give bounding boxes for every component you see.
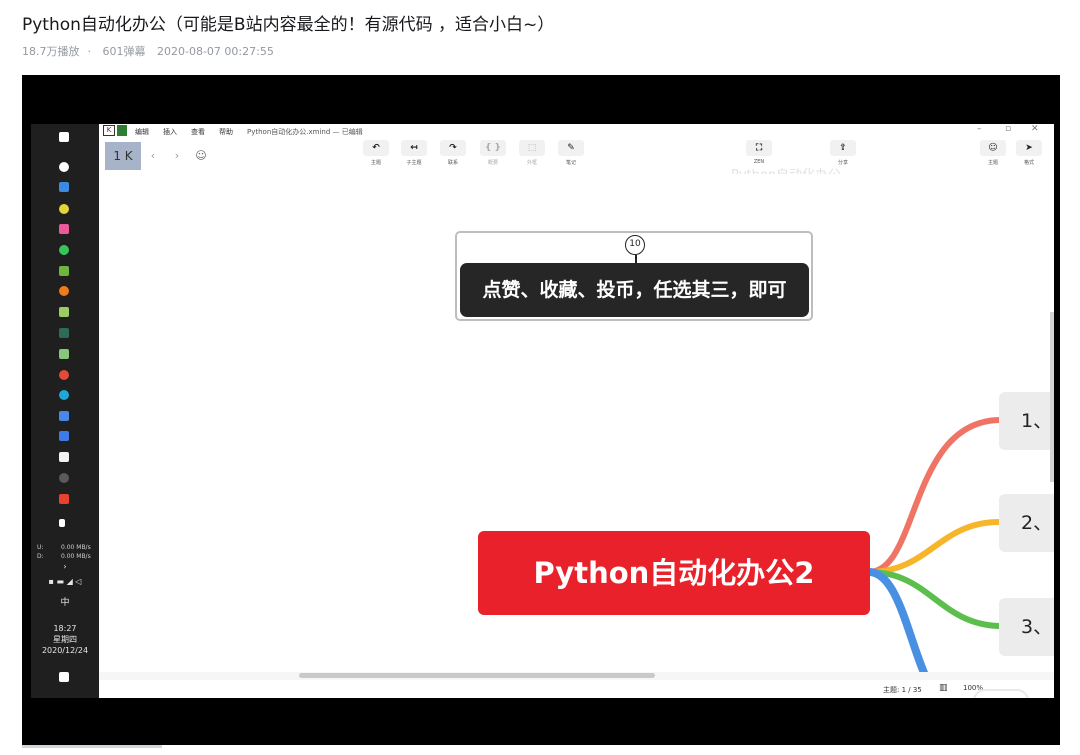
video-meta: 18.7万播放 · 601弹幕 2020-08-07 00:27:55 <box>22 43 282 59</box>
vertical-scrollbar[interactable] <box>1050 312 1054 482</box>
format-panel-button[interactable]: ☺ 主题 <box>973 140 1013 166</box>
view-count: 18.7万播放 <box>22 45 80 58</box>
forward-icon[interactable]: › <box>165 142 189 170</box>
ime-indicator[interactable]: 中 <box>31 598 99 608</box>
app-blue-icon[interactable] <box>59 411 69 421</box>
windows-start-icon[interactable] <box>59 132 69 142</box>
clock-app-icon[interactable] <box>59 473 69 483</box>
play-icon[interactable] <box>973 689 1029 698</box>
close-icon[interactable]: ✕ <box>1031 124 1039 134</box>
branch-node-3[interactable]: 3、 <box>999 598 1054 656</box>
relationship-button[interactable]: ↷ 联系 <box>433 140 473 166</box>
subtopic-button[interactable]: ↤ 子主题 <box>394 140 434 166</box>
share-button[interactable]: ⇪ 分享 <box>823 140 863 166</box>
app-pink-icon[interactable] <box>59 224 69 234</box>
clock-time[interactable]: 18:27 <box>31 624 99 634</box>
xmind-icon[interactable] <box>59 494 69 504</box>
video-progress[interactable] <box>22 745 162 748</box>
tray-icons[interactable]: ▪ ▬ ◢ ◁ <box>31 577 99 587</box>
summary-button[interactable]: { } 概要 <box>473 140 513 166</box>
menu-help[interactable]: 帮助 <box>219 127 233 137</box>
boundary-button[interactable]: ⬚ 外框 <box>512 140 552 166</box>
app-yellow-icon[interactable] <box>59 204 69 214</box>
relationship-icon: ↷ <box>440 140 466 156</box>
recorded-screen: U: 0.00 MB/s D: 0.00 MB/s › ▪ ▬ ◢ ◁ 中 18… <box>31 124 1054 698</box>
status-bar: 主题: 1 / 35 ▥ 100% <box>99 680 1054 698</box>
notification-icon[interactable] <box>59 672 69 682</box>
horizontal-scrollbar[interactable] <box>299 673 655 678</box>
wechat-icon[interactable] <box>59 245 69 255</box>
video-title: Python自动化办公（可能是B站内容最全的！有源代码 ，适合小白~） <box>22 15 555 35</box>
net-down-label: D: <box>37 553 44 560</box>
k-logo-icon: K <box>103 125 115 136</box>
back-icon[interactable]: ‹ <box>141 142 165 170</box>
publish-datetime: 2020-08-07 00:27:55 <box>157 45 274 58</box>
topic-icon: ↶ <box>363 140 389 156</box>
net-up-label: U: <box>37 544 44 551</box>
os-taskbar: U: 0.00 MB/s D: 0.00 MB/s › ▪ ▬ ◢ ◁ 中 18… <box>31 124 99 698</box>
terminal-icon[interactable] <box>59 328 69 338</box>
tab-1k[interactable]: 1 K <box>105 142 141 170</box>
menu-insert[interactable]: 插入 <box>163 127 177 137</box>
branch-node-2[interactable]: 2、 <box>999 494 1054 552</box>
note-button[interactable]: ✎ 笔记 <box>551 140 591 166</box>
app-monitor-icon[interactable] <box>59 349 69 359</box>
settings-icon[interactable] <box>59 162 69 172</box>
danmaku-count: 601弹幕 <box>102 45 146 58</box>
meta-separator: · <box>87 45 92 58</box>
toolbar: 1 K ‹ › ☺ ↶ 主题 ↤ 子主题 ↷ 联系 { } 概要 ⬚ 外框 ✎ 笔记 ⛶ ZE… <box>99 138 1054 183</box>
cursor-icon <box>59 519 65 527</box>
search-tool-icon[interactable] <box>59 286 69 296</box>
note-icon: ✎ <box>558 140 584 156</box>
net-down-speed: 0.00 MB/s <box>61 553 91 560</box>
root-topic[interactable]: Python自动化办公2 <box>478 531 870 615</box>
topic-button[interactable]: ↶ 主题 <box>356 140 396 166</box>
chrome-icon[interactable] <box>59 370 69 380</box>
notepad-icon[interactable] <box>59 307 69 317</box>
mindmap-canvas[interactable]: 10 点赞、收藏、投币，任选其三，即可 1、 2、 3、 Python自动化办公… <box>99 174 1054 684</box>
format-icon: ☺ <box>980 140 1006 156</box>
chevron-right-icon[interactable]: › <box>55 562 75 572</box>
net-up-speed: 0.00 MB/s <box>61 544 91 551</box>
app-check-icon[interactable] <box>59 431 69 441</box>
clock-weekday: 星期四 <box>53 635 77 644</box>
boundary-icon: ⬚ <box>519 140 545 156</box>
zen-mode-icon: ⛶ <box>746 140 772 156</box>
app-green-icon[interactable] <box>59 266 69 276</box>
file-title: Python自动化办公.xmind — 已编辑 <box>247 128 363 136</box>
clock-date: 2020/12/24 <box>41 646 89 655</box>
vscode-icon[interactable] <box>59 182 69 192</box>
edge-icon[interactable] <box>59 390 69 400</box>
maximize-icon[interactable]: ▫ <box>1005 124 1011 134</box>
subtopic-icon: ↤ <box>401 140 427 156</box>
zen-mode-button[interactable]: ⛶ ZEN <box>739 140 779 165</box>
summary-icon: { } <box>480 140 506 156</box>
branch-node-1[interactable]: 1、 <box>999 392 1054 450</box>
xmind-window: K 编辑 插入 查看 帮助 Python自动化办公.xmind — 已编辑 – … <box>99 124 1054 698</box>
topic-count: 主题: 1 / 35 <box>883 686 922 694</box>
video-player[interactable]: U: 0.00 MB/s D: 0.00 MB/s › ▪ ▬ ◢ ◁ 中 18… <box>22 75 1060 745</box>
style-panel-button[interactable]: ➤ 格式 <box>1009 140 1049 166</box>
menu-edit[interactable]: 编辑 <box>135 127 149 137</box>
share-icon: ⇪ <box>830 140 856 156</box>
menu-view[interactable]: 查看 <box>191 127 205 137</box>
emoji-icon[interactable]: ☺ <box>189 142 213 170</box>
xmind-logo-icon <box>117 125 127 136</box>
map-view-icon[interactable]: ▥ <box>939 683 948 693</box>
folder-icon[interactable] <box>59 452 69 462</box>
style-icon: ➤ <box>1016 140 1042 156</box>
menu-bar: K 编辑 插入 查看 帮助 Python自动化办公.xmind — 已编辑 – … <box>99 124 1054 138</box>
minimize-icon[interactable]: – <box>977 124 982 134</box>
